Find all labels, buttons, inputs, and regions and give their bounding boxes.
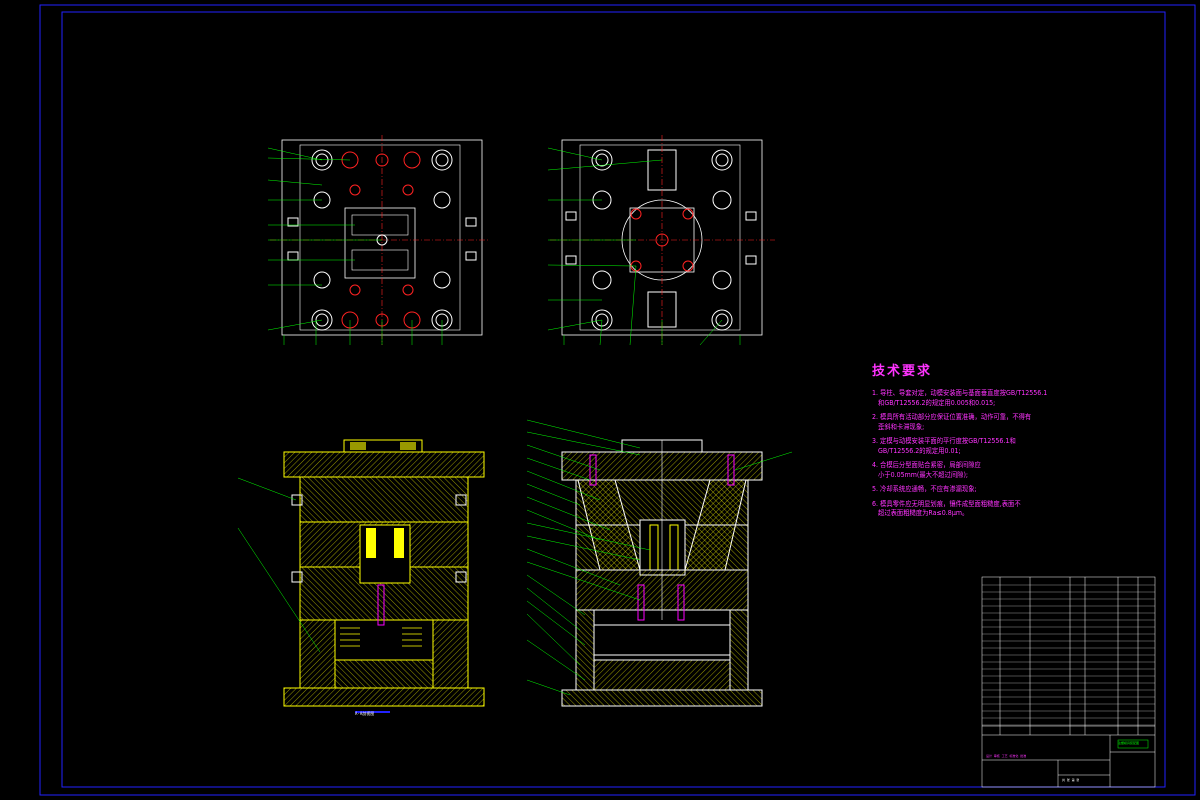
parts-list-rows (982, 584, 1155, 726)
sheet-footer: 共 张 第 张 (1062, 778, 1080, 782)
drawing-name: 注塑模具装配图 (1118, 741, 1140, 745)
section-caption: A-A剖视图 (355, 711, 375, 716)
technical-requirements: 技术要求 1. 导柱、导套对定，动模安装面与基面垂直度按GB/T12556.1 … (872, 360, 1192, 524)
requirement-item-4: 4. 合模后分型面贴合紧密，局部间隙应 小于0.05mm(最大不超过间隙); (872, 461, 981, 479)
requirement-item-2: 2. 模具所有活动部分应保证位置准确，动作可靠，不得有 歪斜和卡滞现象; (872, 413, 1032, 431)
technical-requirements-title: 技术要求 (872, 364, 933, 379)
design-row: 设计 审核 工艺 标准化 批准 (986, 754, 1027, 758)
requirement-item-6: 6. 模具零件应无明显划痕，镶件成型面粗糙度,表面不 超过表面粗糙度为Ra≤0.… (872, 499, 1021, 518)
requirement-item-3: 3. 定模与动模安装平面的平行度按GB/T12556.1和 GB/T12556.… (872, 437, 1016, 455)
requirement-item-1: 1. 导柱、导套对定，动模安装面与基面垂直度按GB/T12556.1 和GB/T… (872, 389, 1048, 407)
requirement-item-5: 5. 冷却系统应通畅，不应有渗漏现象; (872, 485, 977, 493)
